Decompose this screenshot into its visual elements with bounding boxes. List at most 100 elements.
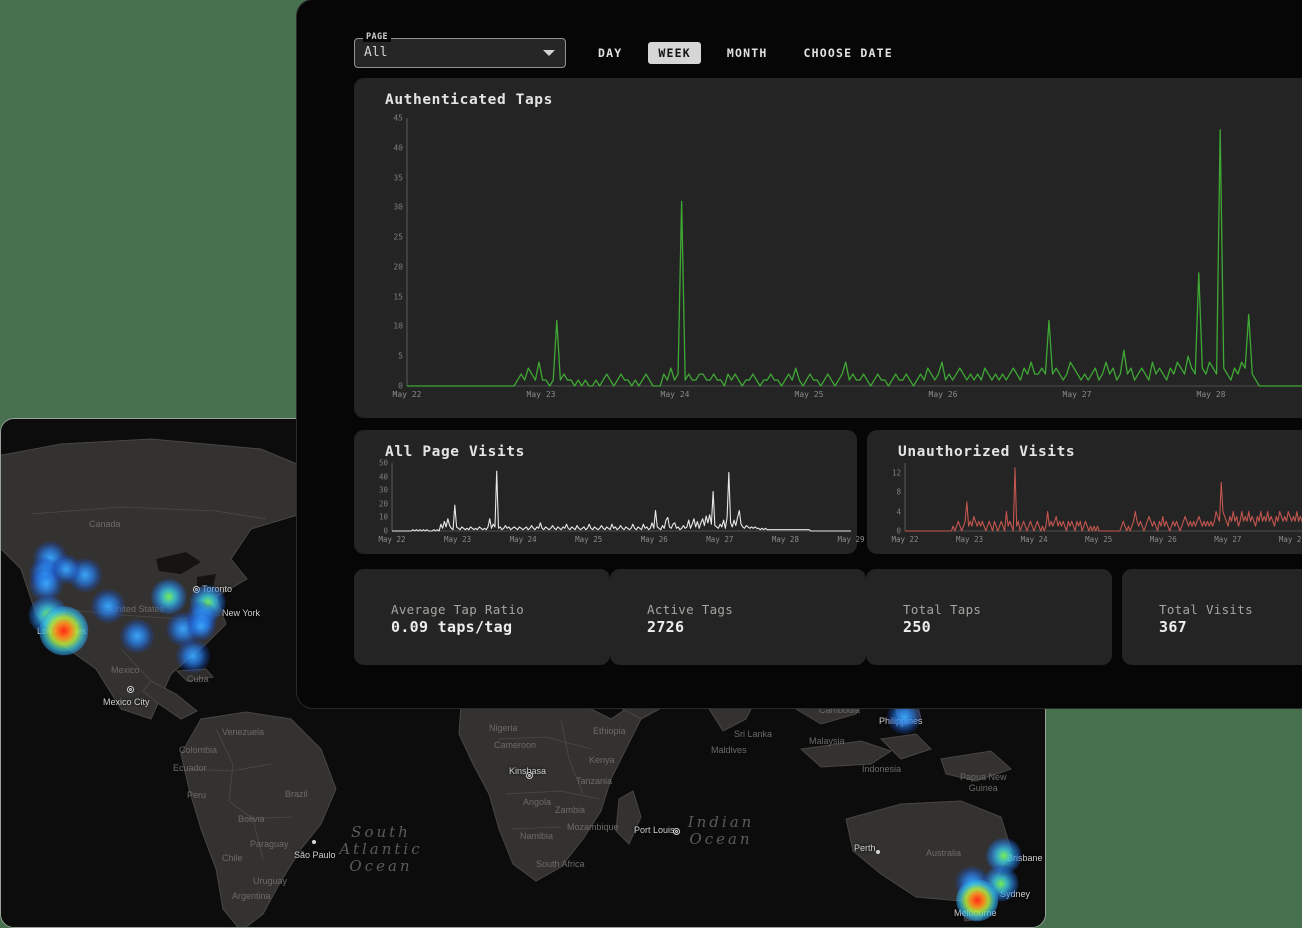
- ocean-label: South Atlantic Ocean: [321, 824, 441, 875]
- panel-title: Authenticated Taps: [385, 92, 553, 108]
- stat-label: Average Tap Ratio: [391, 602, 524, 617]
- map-country-label: Colombia: [179, 745, 217, 755]
- panel-all-page-visits: All Page Visits 01020304050May 22May 23M…: [354, 430, 857, 554]
- x-axis-tick-label: May 25: [1085, 535, 1112, 544]
- map-city-marker: [127, 686, 134, 693]
- y-axis-tick-label: 10: [364, 513, 388, 522]
- page-filter-select[interactable]: PAGE All: [354, 38, 566, 68]
- y-axis-tick-label: 40: [385, 143, 403, 152]
- map-country-label: Ecuador: [173, 763, 207, 773]
- map-country-label: Nigeria: [489, 723, 518, 733]
- map-city-label: Toronto: [202, 584, 232, 594]
- map-country-label: Namibia: [520, 831, 553, 841]
- stat-card: Average Tap Ratio0.09 taps/tag: [354, 569, 610, 665]
- x-axis-tick-label: May 25: [795, 390, 824, 399]
- x-axis-tick-label: May 28: [772, 535, 799, 544]
- stat-label: Active Tags: [647, 602, 733, 617]
- map-country-label: Bolivia: [238, 814, 265, 824]
- ocean-label: Indian Ocean: [666, 814, 776, 848]
- map-country-label: Argentina: [232, 891, 271, 901]
- x-axis-tick-label: May 28: [1197, 390, 1226, 399]
- y-axis-tick-label: 10: [385, 322, 403, 331]
- stat-card: Active Tags2726: [610, 569, 866, 665]
- x-axis-tick-label: May 22: [393, 390, 422, 399]
- x-axis-tick-label: May 26: [929, 390, 958, 399]
- map-city-label: Perth: [854, 843, 876, 853]
- y-axis-tick-label: 40: [364, 472, 388, 481]
- y-axis-tick-label: 25: [385, 233, 403, 242]
- stat-card: Total Taps250: [866, 569, 1112, 665]
- x-axis-tick-label: May 22: [891, 535, 918, 544]
- map-country-label: Ethiopia: [593, 726, 626, 736]
- x-axis-tick-label: May 23: [956, 535, 983, 544]
- chart-series-line: [407, 130, 1302, 386]
- map-country-label: Uruguay: [253, 876, 287, 886]
- map-country-label: Kenya: [589, 755, 615, 765]
- y-axis-tick-label: 12: [877, 468, 901, 477]
- map-country-label: Cuba: [187, 674, 209, 684]
- map-city-label: Sydney: [1000, 889, 1030, 899]
- range-button-day[interactable]: DAY: [588, 42, 632, 64]
- x-axis-tick-label: May 24: [1021, 535, 1048, 544]
- y-axis-tick-label: 20: [364, 499, 388, 508]
- map-city-label: Brisbane: [1007, 853, 1043, 863]
- map-country-label: United States: [110, 604, 164, 614]
- page-filter-value: All: [364, 45, 387, 60]
- chart-authenticated-taps[interactable]: 051015202530354045May 22May 23May 24May …: [385, 118, 1302, 408]
- x-axis-tick-label: May 23: [527, 390, 556, 399]
- map-city-label: New York: [222, 608, 260, 618]
- y-axis-tick-label: 35: [385, 173, 403, 182]
- map-city-marker: [193, 586, 200, 593]
- chart-series-line: [392, 471, 851, 531]
- chevron-down-icon[interactable]: [543, 50, 555, 56]
- map-city-label: Melbourne: [954, 908, 997, 918]
- map-city-marker: [876, 850, 880, 854]
- x-axis-tick-label: May 28: [1279, 535, 1302, 544]
- x-axis-tick-label: May 23: [444, 535, 471, 544]
- map-country-label: Mexico: [111, 665, 140, 675]
- map-country-label: Zambia: [555, 805, 585, 815]
- map-country-label: Sri Lanka: [734, 729, 772, 739]
- map-city-label: Mexico City: [103, 697, 150, 707]
- x-axis-tick-label: May 22: [378, 535, 405, 544]
- map-country-label: Cameroon: [494, 740, 536, 750]
- chart-all-page-visits[interactable]: 01020304050May 22May 23May 24May 25May 2…: [364, 463, 851, 551]
- panel-unauthorized-visits: Unauthorized Visits 04812May 22May 23May…: [867, 430, 1302, 554]
- y-axis-tick-label: 30: [364, 486, 388, 495]
- stat-value: 2726: [647, 618, 684, 636]
- x-axis-tick-label: May 24: [510, 535, 537, 544]
- chart-unauthorized-visits[interactable]: 04812May 22May 23May 24May 25May 26May 2…: [877, 463, 1302, 551]
- stat-label: Total Taps: [903, 602, 981, 617]
- map-country-label: Malaysia: [809, 736, 845, 746]
- stat-value: 367: [1159, 618, 1187, 636]
- y-axis-tick-label: 20: [385, 262, 403, 271]
- map-city-marker: [526, 772, 533, 779]
- range-button-choose-date[interactable]: CHOOSE DATE: [794, 42, 903, 64]
- y-axis-tick-label: 5: [385, 352, 403, 361]
- map-country-label: Venezuela: [222, 727, 264, 737]
- y-axis-tick-label: 4: [877, 507, 901, 516]
- range-button-week[interactable]: WEEK: [648, 42, 701, 64]
- dashboard-window: PAGE All DAY WEEK MONTH CHOOSE DATE Authent…: [297, 0, 1302, 708]
- page-filter-label: PAGE: [363, 32, 391, 42]
- range-button-month[interactable]: MONTH: [717, 42, 778, 64]
- map-country-label: Australia: [926, 848, 961, 858]
- map-city-label: Port Louis: [634, 825, 675, 835]
- map-country-label: South Africa: [536, 859, 585, 869]
- range-button-group: DAY WEEK MONTH CHOOSE DATE: [588, 42, 919, 64]
- y-axis-tick-label: 8: [877, 488, 901, 497]
- stat-value: 250: [903, 618, 931, 636]
- x-axis-tick-label: May 26: [1150, 535, 1177, 544]
- map-country-label: Brazil: [285, 789, 308, 799]
- map-country-label: Paraguay: [250, 839, 289, 849]
- map-city-marker: [673, 828, 680, 835]
- x-axis-tick-label: May 27: [1063, 390, 1092, 399]
- x-axis-tick-label: May 25: [575, 535, 602, 544]
- panel-title: Unauthorized Visits: [898, 444, 1075, 460]
- map-country-label: Papua New Guinea: [960, 772, 1007, 794]
- map-country-label: Indonesia: [862, 764, 901, 774]
- map-country-label: Peru: [187, 790, 206, 800]
- y-axis-tick-label: 50: [364, 459, 388, 468]
- x-axis-tick-label: May 24: [661, 390, 690, 399]
- y-axis-tick-label: 45: [385, 114, 403, 123]
